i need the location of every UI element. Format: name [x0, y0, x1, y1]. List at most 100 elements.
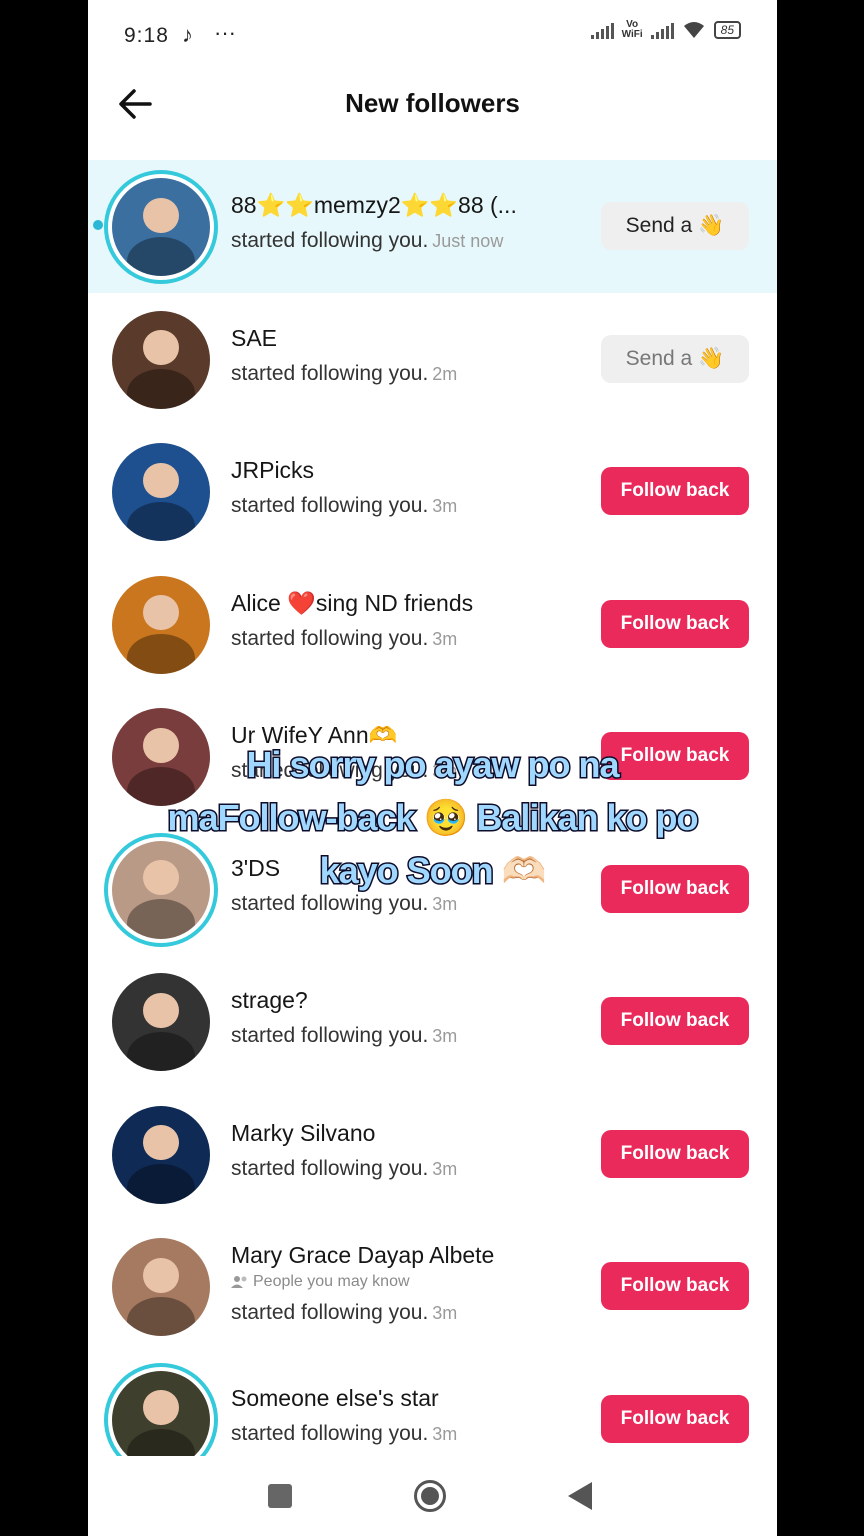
avatar-face: [143, 1257, 179, 1293]
follower-subtext: People you may know: [231, 1273, 591, 1291]
follow-back-button[interactable]: Follow back: [601, 1129, 749, 1178]
follow-time: 3m: [432, 1026, 458, 1046]
avatar-body: [126, 501, 196, 541]
avatar-face: [143, 595, 179, 631]
avatar[interactable]: [112, 443, 210, 541]
follower-username[interactable]: Alice ❤️sing ND friends: [231, 590, 591, 617]
follower-username[interactable]: SAE: [231, 325, 591, 352]
follower-text: Marky Silvano started following you. 3m: [231, 1120, 591, 1181]
avatar[interactable]: [112, 178, 210, 276]
follower-text: SAE started following you. 2m: [231, 325, 591, 386]
wifi-icon: [683, 22, 704, 38]
follow-message: started following you. 3m: [231, 1024, 591, 1048]
follower-row[interactable]: 88⭐⭐memzy2⭐⭐88 (... started following you…: [88, 160, 777, 293]
follower-username[interactable]: Marky Silvano: [231, 1120, 591, 1147]
avatar-face: [143, 992, 179, 1028]
follow-message-text: started following you.: [231, 229, 429, 252]
button-label: Follow back: [620, 1407, 730, 1429]
tiktok-notification-icon: ♪: [182, 22, 193, 47]
follow-back-button[interactable]: Follow back: [601, 599, 749, 648]
follow-back-button[interactable]: Follow back: [601, 1394, 749, 1443]
vowifi-icon: Vo WiFi: [621, 19, 643, 40]
follow-back-button[interactable]: Follow back: [601, 1262, 749, 1310]
button-label: Follow back: [620, 480, 730, 501]
avatar-face: [143, 330, 179, 366]
follow-back-button[interactable]: Follow back: [601, 997, 749, 1045]
follower-username[interactable]: 88⭐⭐memzy2⭐⭐88 (...: [231, 192, 591, 219]
follower-row[interactable]: Marky Silvano started following you. 3m Fo…: [88, 1088, 777, 1221]
follow-time: 3m: [432, 628, 458, 649]
signal-icon-2: [650, 21, 674, 39]
follow-message: started following you. 3m: [231, 627, 591, 651]
follower-username[interactable]: Someone else's star: [231, 1385, 591, 1412]
wave-icon: 👋: [698, 346, 725, 370]
avatar[interactable]: [112, 1105, 210, 1204]
avatar-face: [143, 197, 179, 233]
follower-text: Alice ❤️sing ND friends started following…: [231, 590, 591, 651]
follower-text: Someone else's star started following you…: [231, 1385, 591, 1446]
signal-icon: [590, 21, 614, 39]
caption-line-1: Hi sorry po ayaw po na: [245, 743, 621, 787]
follow-time: 2m: [432, 363, 458, 384]
avatar-body: [126, 1031, 196, 1071]
more-notifications-icon: ···: [214, 20, 236, 45]
button-label: Follow back: [620, 612, 730, 634]
avatar[interactable]: [112, 1370, 210, 1469]
avatar-body: [126, 236, 196, 276]
follow-message-text: started following you.: [231, 361, 429, 385]
follower-username[interactable]: strage?: [231, 987, 591, 1014]
recents-button-icon[interactable]: [268, 1484, 292, 1508]
avatar-face: [143, 462, 179, 498]
button-label: Send a: [625, 214, 693, 237]
follower-text: JRPicks started following you. 3m: [231, 457, 591, 518]
avatar-face: [143, 1125, 179, 1161]
avatar-body: [126, 1164, 196, 1204]
follow-message: started following you. 3m: [231, 1422, 591, 1446]
follow-back-button[interactable]: Follow back: [601, 467, 749, 515]
system-nav-bar: [88, 1456, 777, 1536]
follower-username[interactable]: Mary Grace Dayap Albete: [231, 1242, 591, 1269]
avatar-body: [126, 369, 196, 409]
follower-row[interactable]: SAE started following you. 2m Send a 👋: [88, 293, 777, 426]
button-label: Follow back: [620, 1142, 730, 1164]
follower-row[interactable]: strage? started following you. 3m Follow b…: [88, 955, 777, 1088]
wave-icon: 👋: [698, 214, 725, 237]
send-wave-button[interactable]: Send a 👋: [601, 202, 749, 250]
status-time: 9:18: [124, 24, 169, 47]
caption-line-3: kayo Soon 🫶🏻: [318, 849, 548, 893]
page-title: New followers: [345, 88, 520, 118]
back-button-icon[interactable]: [568, 1482, 592, 1510]
status-icons: Vo WiFi 85: [590, 19, 741, 40]
button-label: Follow back: [620, 1010, 730, 1031]
send-wave-button[interactable]: Send a 👋: [601, 334, 749, 383]
home-button-icon[interactable]: [414, 1480, 446, 1512]
follower-subtext-label: People you may know: [253, 1273, 410, 1290]
phone-screen: 9:18 ♪ ··· Vo WiFi 85 New followers 88⭐⭐m…: [88, 0, 777, 1536]
follow-time: 3m: [432, 1158, 458, 1179]
follow-message-text: started following you.: [231, 1024, 429, 1047]
avatar[interactable]: [112, 310, 210, 409]
follow-message: started following you. 3m: [231, 1301, 591, 1325]
avatar[interactable]: [112, 1238, 210, 1336]
follower-row[interactable]: JRPicks started following you. 3m Follow b…: [88, 425, 777, 558]
header: New followers: [88, 70, 777, 150]
video-caption-overlay: Hi sorry po ayaw po na maFollow-back 🥹 B…: [88, 738, 777, 897]
follower-username[interactable]: JRPicks: [231, 457, 591, 484]
avatar-body: [126, 1296, 196, 1336]
follower-row[interactable]: Mary Grace Dayap Albete People you may k…: [88, 1220, 777, 1353]
follow-time: 3m: [432, 1423, 458, 1444]
follow-message-text: started following you.: [231, 494, 429, 517]
status-bar: 9:18 ♪ ··· Vo WiFi 85: [88, 0, 777, 70]
follower-text: strage? started following you. 3m: [231, 987, 591, 1048]
follower-text: 88⭐⭐memzy2⭐⭐88 (... started following you…: [231, 192, 591, 253]
follow-time: Just now: [432, 231, 504, 251]
avatar-body: [126, 634, 196, 674]
follower-text: Mary Grace Dayap Albete People you may k…: [231, 1242, 591, 1325]
follower-row[interactable]: Alice ❤️sing ND friends started following…: [88, 558, 777, 691]
avatar[interactable]: [112, 575, 210, 674]
follow-message-text: started following you.: [231, 1421, 429, 1445]
avatar[interactable]: [112, 973, 210, 1071]
button-label: Follow back: [620, 1275, 730, 1296]
unread-dot-icon: [93, 220, 103, 230]
follow-message-text: started following you.: [231, 626, 429, 650]
